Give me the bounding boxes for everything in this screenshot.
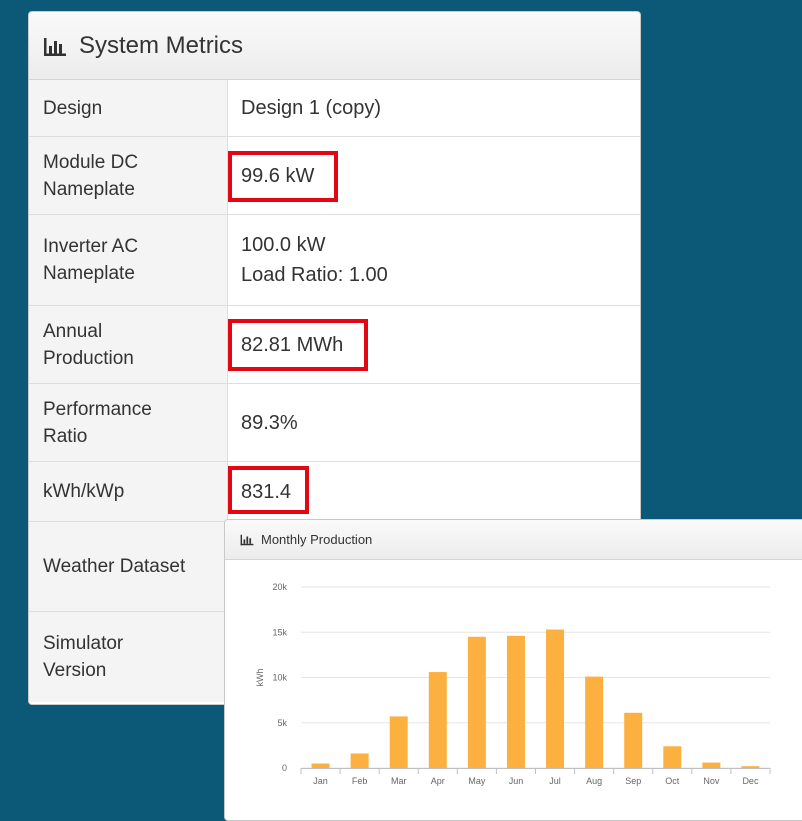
performance-ratio-value: 89.3%: [241, 411, 298, 434]
y-tick-label: 15k: [272, 627, 287, 637]
x-tick-label: Mar: [391, 776, 407, 786]
metric-label: Performance Ratio: [29, 384, 228, 461]
x-tick-label: Dec: [742, 776, 759, 786]
metric-value: 99.6 kW: [228, 137, 640, 214]
bar-feb: [350, 753, 369, 768]
metrics-row-design: Design Design 1 (copy): [29, 80, 640, 137]
highlight-box: [228, 466, 309, 514]
bar-jan: [311, 763, 330, 768]
metrics-row-module-dc: Module DC Nameplate 99.6 kW: [29, 137, 640, 215]
bar-chart-icon: [240, 534, 254, 545]
bar-may: [467, 636, 486, 768]
metric-value: Design 1 (copy): [228, 80, 640, 136]
bar-dec: [741, 766, 760, 768]
x-tick-label: Feb: [352, 776, 368, 786]
y-tick-label: 5k: [277, 718, 287, 728]
design-value: Design 1 (copy): [241, 97, 382, 119]
x-tick-label: Sep: [625, 776, 641, 786]
x-tick-label: Jan: [313, 776, 328, 786]
x-tick-label: Jun: [509, 776, 524, 786]
monthly-production-chart: 0 5k 10k 15k 20k kWh Jan Feb Mar Apr May Jun Jul Aug S…: [255, 582, 771, 786]
metric-label: Weather Dataset: [29, 522, 228, 611]
y-tick-label: 0: [282, 763, 287, 773]
bar-oct: [663, 746, 682, 768]
bar-chart-icon: [44, 37, 66, 56]
metric-label: Design: [29, 80, 228, 136]
monthly-production-title: Monthly Production: [261, 532, 373, 547]
x-tick-label: May: [468, 776, 486, 786]
x-tick-label: Oct: [665, 776, 680, 786]
bar-apr: [428, 672, 447, 768]
x-tick-label: Aug: [586, 776, 602, 786]
metrics-row-inverter-ac: Inverter AC Nameplate 100.0 kW Load Rati…: [29, 215, 640, 306]
metric-label: Simulator Version: [29, 612, 228, 702]
bar-aug: [585, 676, 604, 768]
y-axis-label: kWh: [255, 669, 265, 687]
highlight-box: [228, 319, 368, 371]
bar-nov: [702, 762, 721, 768]
metric-value: 831.4: [228, 462, 640, 521]
metrics-row-kwh-kwp: kWh/kWp 831.4: [29, 462, 640, 522]
metric-label: Module DC Nameplate: [29, 137, 228, 214]
y-tick-label: 10k: [272, 673, 287, 683]
metric-value: 89.3%: [228, 384, 640, 461]
metric-label: kWh/kWp: [29, 462, 228, 521]
monthly-production-header: Monthly Production: [225, 520, 802, 560]
system-metrics-header: System Metrics: [29, 12, 640, 80]
x-tick-label: Jul: [549, 776, 561, 786]
metrics-row-performance-ratio: Performance Ratio 89.3%: [29, 384, 640, 462]
inverter-ac-value: 100.0 kW: [241, 234, 326, 256]
highlight-box: [228, 151, 338, 202]
monthly-production-panel: Monthly Production 0 5k 10k 15k 20k kWh Jan Feb…: [224, 519, 802, 821]
metric-value: 100.0 kW Load Ratio: 1.00: [228, 215, 640, 305]
load-ratio-value: Load Ratio: 1.00: [241, 264, 388, 286]
x-tick-label: Apr: [431, 776, 445, 786]
bar-mar: [389, 716, 408, 768]
bar-jun: [506, 635, 525, 768]
metric-value: 82.81 MWh: [228, 306, 640, 383]
bar-sep: [624, 712, 643, 768]
x-tick-label: Nov: [703, 776, 720, 786]
metric-label: Inverter AC Nameplate: [29, 215, 228, 305]
metrics-row-annual-production: Annual Production 82.81 MWh: [29, 306, 640, 384]
y-tick-label: 20k: [272, 582, 287, 592]
metric-label: Annual Production: [29, 306, 228, 383]
bar-jul: [546, 629, 565, 768]
system-metrics-title: System Metrics: [79, 31, 244, 59]
